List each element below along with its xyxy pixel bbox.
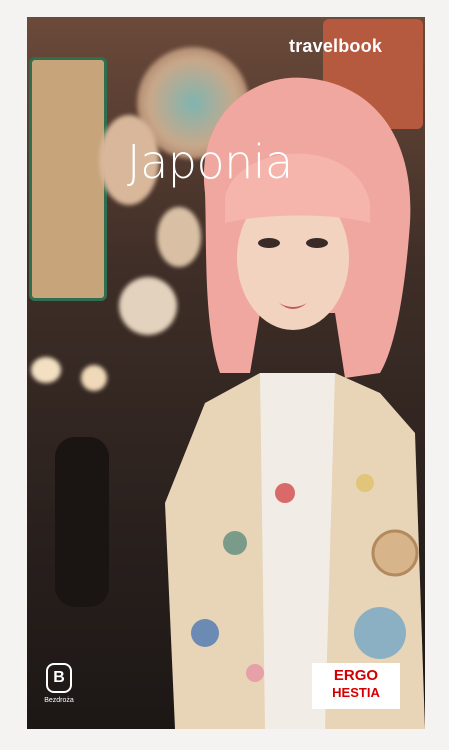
eye-left: [258, 238, 280, 248]
passerby: [55, 437, 109, 607]
book-cover: travelbook Japonia B Bezdroża ERGO HESTI…: [27, 17, 425, 729]
pin-1: [223, 531, 247, 555]
sponsor-line-2: HESTIA: [332, 685, 380, 700]
street-light-2: [81, 365, 107, 391]
pin-2: [371, 529, 419, 577]
pin-7: [246, 664, 264, 682]
publisher-logo-icon: B: [46, 663, 72, 693]
book-title: Japonia: [127, 135, 293, 189]
pin-3: [275, 483, 295, 503]
pin-4: [356, 474, 374, 492]
publisher-name: Bezdroża: [44, 697, 74, 704]
green-sign: [29, 57, 107, 301]
ergo-hestia-logo: ERGO HESTIA: [312, 663, 400, 709]
pin-5: [191, 619, 219, 647]
street-light: [31, 357, 61, 383]
sponsor-line-1: ERGO: [333, 667, 379, 684]
pin-6: [354, 607, 406, 659]
eye-right: [306, 238, 328, 248]
brand-wordmark: travelbook: [289, 36, 383, 56]
publisher-logo: B Bezdroża: [39, 663, 79, 719]
